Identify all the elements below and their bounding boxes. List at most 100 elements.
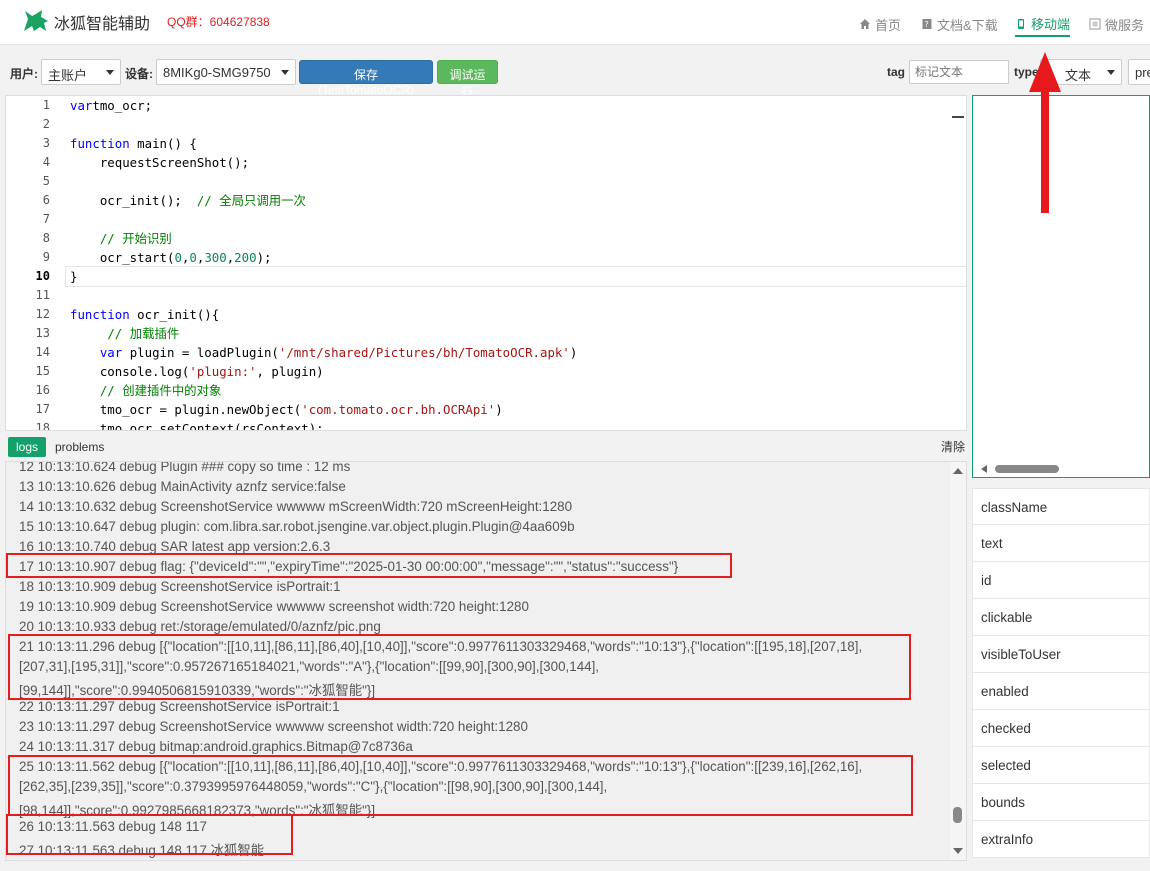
highlight-box-ocr-2 bbox=[8, 755, 913, 816]
code-line[interactable]: tmo_ocr = plugin.newObject('com.tomato.o… bbox=[70, 400, 946, 419]
line-number-gutter: 1 2 3 4 5 6 7 8 9 10 11 12 13 14 15 16 1… bbox=[6, 96, 54, 430]
highlight-box-flag bbox=[6, 553, 732, 578]
property-row[interactable]: selected bbox=[972, 747, 1150, 784]
nav-mobile-label: 移动端 bbox=[1031, 17, 1071, 32]
home-icon bbox=[860, 19, 870, 29]
property-row[interactable]: extraInfo bbox=[972, 821, 1150, 858]
code-line[interactable]: console.log('plugin:', plugin) bbox=[70, 362, 946, 381]
scroll-down-icon[interactable] bbox=[953, 848, 963, 854]
nav-mobile[interactable]: 移动端 bbox=[1015, 12, 1071, 37]
clear-logs-button[interactable]: 清除 bbox=[941, 438, 965, 455]
code-line[interactable]: } bbox=[65, 266, 966, 287]
tab-logs[interactable]: logs bbox=[8, 437, 46, 457]
editor-scroll-marker[interactable] bbox=[952, 116, 964, 118]
code-lines[interactable]: vartmo_ocr; function main() { requestScre… bbox=[65, 96, 966, 430]
highlight-box-result bbox=[6, 814, 293, 855]
log-line: 24 10:13:11.317 debug bitmap:android.gra… bbox=[19, 739, 413, 754]
log-line: 18 10:13:10.909 debug ScreenshotService … bbox=[19, 579, 341, 594]
scroll-up-icon[interactable] bbox=[953, 468, 963, 474]
pre-field-value: pre bbox=[1135, 65, 1150, 80]
line-number: 2 bbox=[42, 117, 50, 131]
code-line[interactable]: vartmo_ocr; bbox=[70, 96, 946, 115]
code-line[interactable] bbox=[70, 172, 946, 191]
line-number-current: 10 bbox=[35, 269, 50, 283]
doc-icon: ? bbox=[922, 19, 932, 29]
line-number: 16 bbox=[35, 383, 50, 397]
nav-docs[interactable]: ? 文档&下载 bbox=[921, 12, 998, 36]
log-scrollbar[interactable] bbox=[950, 462, 966, 860]
code-editor[interactable]: 1 2 3 4 5 6 7 8 9 10 11 12 13 14 15 16 1… bbox=[5, 95, 967, 431]
scroll-left-icon[interactable] bbox=[981, 465, 987, 473]
code-line[interactable] bbox=[70, 210, 946, 229]
property-row[interactable]: clickable bbox=[972, 599, 1150, 636]
code-line[interactable]: var plugin = loadPlugin('/mnt/shared/Pic… bbox=[70, 343, 946, 362]
svg-text:?: ? bbox=[925, 20, 929, 29]
log-line: 19 10:13:10.909 debug ScreenshotService … bbox=[19, 599, 529, 614]
brand-title[interactable]: 冰狐智能辅助 bbox=[54, 10, 150, 34]
line-number: 1 bbox=[42, 98, 50, 112]
chevron-down-icon bbox=[1107, 70, 1115, 75]
log-line: 14 10:13:10.632 debug ScreenshotService … bbox=[19, 499, 573, 514]
property-row[interactable]: enabled bbox=[972, 673, 1150, 710]
pre-field[interactable]: pre bbox=[1128, 59, 1150, 85]
device-select-value: 8MIKg0-SMG9750 bbox=[163, 65, 271, 80]
service-icon bbox=[1089, 18, 1101, 30]
log-tabs-bar: logs problems 清除 bbox=[5, 431, 967, 461]
tag-input[interactable] bbox=[909, 60, 1009, 84]
annotation-arrow-shaft bbox=[1041, 88, 1049, 213]
log-line: 20 10:13:10.933 debug ret:/storage/emula… bbox=[19, 619, 381, 634]
fox-logo-icon[interactable] bbox=[22, 9, 50, 33]
screen-preview[interactable] bbox=[972, 95, 1150, 478]
debug-run-button[interactable]: 调试运行 bbox=[437, 60, 498, 99]
code-line[interactable]: function main() { bbox=[70, 134, 946, 153]
log-output[interactable]: 12 10:13:10.624 debug Plugin ### copy so… bbox=[5, 461, 967, 861]
line-number: 4 bbox=[42, 155, 50, 169]
chevron-down-icon bbox=[106, 70, 114, 75]
code-line[interactable]: requestScreenShot(); bbox=[70, 153, 946, 172]
properties-list: className text id clickable visibleToUse… bbox=[972, 488, 1150, 858]
property-row[interactable]: className bbox=[972, 488, 1150, 525]
line-number: 11 bbox=[35, 288, 50, 302]
property-row[interactable]: bounds bbox=[972, 784, 1150, 821]
device-label: 设备: bbox=[125, 67, 153, 81]
line-number: 5 bbox=[42, 174, 50, 188]
log-line: 22 10:13:11.297 debug ScreenshotService … bbox=[19, 699, 340, 714]
code-line[interactable]: ocr_init(); // 全局只调用一次 bbox=[70, 191, 946, 210]
code-line[interactable] bbox=[70, 115, 946, 134]
line-number: 12 bbox=[35, 307, 50, 321]
code-line[interactable] bbox=[70, 286, 946, 305]
nav-services[interactable]: 微服务 bbox=[1089, 12, 1144, 36]
property-row[interactable]: checked bbox=[972, 710, 1150, 747]
property-row[interactable]: visibleToUser bbox=[972, 636, 1150, 673]
nav-home-label: 首页 bbox=[875, 17, 902, 33]
top-navbar: 冰狐智能辅助 QQ群：604627838 首页 ? 文档&下载 移动端 微服务 bbox=[0, 0, 1150, 45]
line-number: 17 bbox=[35, 402, 50, 416]
code-line[interactable]: tmo_ocr.setContext(rsContext); bbox=[70, 419, 946, 430]
property-row[interactable]: id bbox=[972, 562, 1150, 599]
horizontal-scroll-thumb[interactable] bbox=[995, 465, 1059, 473]
save-button[interactable]: 保存(TestTomatoOCR) bbox=[299, 60, 433, 97]
property-row[interactable]: text bbox=[972, 525, 1150, 562]
nav-docs-label: 文档&下载 bbox=[937, 17, 998, 33]
line-number: 13 bbox=[35, 326, 50, 340]
code-line[interactable]: function ocr_init(){ bbox=[70, 305, 946, 324]
device-select[interactable]: 8MIKg0-SMG9750 bbox=[156, 59, 296, 85]
scroll-thumb[interactable] bbox=[953, 807, 962, 823]
line-number: 14 bbox=[35, 345, 50, 359]
code-line[interactable]: // 创建插件中的对象 bbox=[70, 381, 946, 400]
annotation-arrow-head-icon bbox=[1029, 52, 1061, 92]
line-number: 3 bbox=[42, 136, 50, 150]
code-line[interactable]: // 加载插件 bbox=[70, 324, 946, 343]
nav-services-label: 微服务 bbox=[1105, 17, 1145, 33]
code-line[interactable]: // 开始识别 bbox=[70, 229, 946, 248]
line-number: 6 bbox=[42, 193, 50, 207]
tag-label: tag bbox=[887, 65, 905, 79]
user-select[interactable]: 主账户 bbox=[41, 59, 121, 85]
nav-home[interactable]: 首页 bbox=[859, 12, 901, 36]
user-select-value: 主账户 bbox=[48, 68, 88, 83]
log-line: 23 10:13:11.297 debug ScreenshotService … bbox=[19, 719, 528, 734]
chevron-down-icon bbox=[281, 70, 289, 75]
line-number: 9 bbox=[42, 250, 50, 264]
code-line[interactable]: ocr_start(0,0,300,200); bbox=[70, 248, 946, 267]
tab-problems[interactable]: problems bbox=[55, 440, 104, 454]
